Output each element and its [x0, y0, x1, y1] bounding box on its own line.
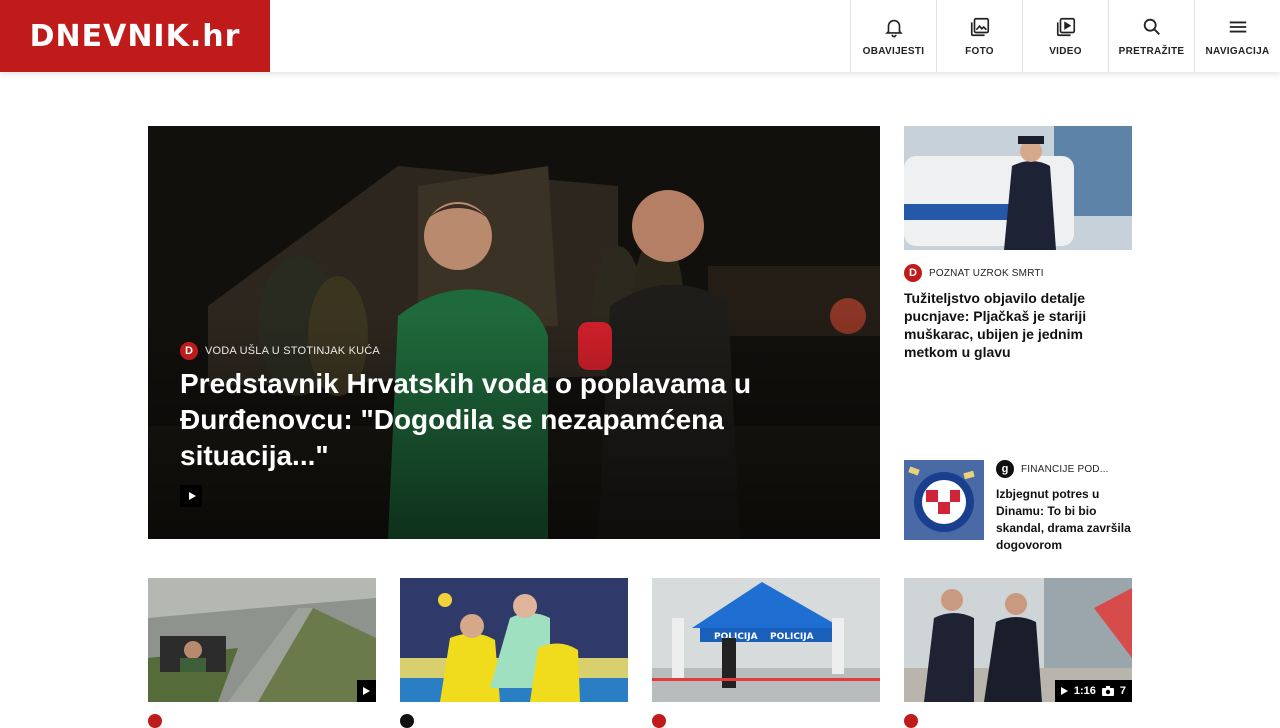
- flood-photo: [148, 578, 376, 702]
- dnevnik-badge-icon: D: [904, 264, 922, 282]
- nav-label: NAVIGACIJA: [1205, 45, 1270, 57]
- nav-menu-button[interactable]: NAVIGACIJA: [1194, 0, 1280, 72]
- gol-badge-icon: [400, 714, 414, 728]
- nav-notifications-button[interactable]: OBAVIJESTI: [850, 0, 936, 72]
- hero-article[interactable]: D VODA UŠLA U STOTINJAK KUĆA Predstavnik…: [148, 126, 880, 539]
- play-icon: [363, 687, 370, 695]
- side-article-2-title[interactable]: Izbjegnut potres u Dinamu: To bi bio ska…: [996, 486, 1132, 554]
- card-article-4[interactable]: 1:16 7: [904, 578, 1132, 702]
- photo-count: 7: [1119, 685, 1126, 697]
- gol-badge-icon: g: [996, 460, 1014, 478]
- hero-tag: D VODA UŠLA U STOTINJAK KUĆA: [180, 342, 380, 360]
- police-tent-photo: POLICIJA POLICIJA: [652, 578, 880, 702]
- dinamo-crest-photo: [904, 460, 984, 540]
- dnevnik-badge-icon: [904, 714, 918, 728]
- nav-label: OBAVIJESTI: [862, 45, 925, 57]
- header-nav: OBAVIJESTI FOTO VIDEO PRETRAŽITE NAVIGAC…: [850, 0, 1280, 72]
- dnevnik-badge-icon: D: [180, 342, 198, 360]
- site-logo[interactable]: DNEVNIK.hr: [0, 0, 270, 72]
- bell-icon: [884, 19, 903, 37]
- search-icon: [1143, 18, 1160, 35]
- nav-photo-button[interactable]: FOTO: [936, 0, 1022, 72]
- dnevnik-badge-icon: [652, 714, 666, 728]
- nav-label: FOTO: [965, 45, 994, 57]
- card-article-2[interactable]: [400, 578, 628, 702]
- handball-photo: [400, 578, 628, 702]
- hero-title[interactable]: Predstavnik Hrvatskih voda o poplavama u…: [180, 366, 820, 474]
- card-article-1[interactable]: [148, 578, 376, 702]
- hero-gradient: [148, 126, 880, 539]
- nav-label: PRETRAŽITE: [1118, 45, 1185, 57]
- menu-icon: [1229, 21, 1246, 32]
- dnevnik-badge-icon: [148, 714, 162, 728]
- nav-video-button[interactable]: VIDEO: [1022, 0, 1108, 72]
- video-icon: [1056, 17, 1075, 36]
- side-article-2-tag: g FINANCIJE POD...: [996, 460, 1109, 478]
- nav-search-button[interactable]: PRETRAŽITE: [1108, 0, 1194, 72]
- logo-text: DNEVNIK.hr: [29, 18, 241, 54]
- camera-icon: [1101, 686, 1114, 696]
- svg-text:POLICIJA: POLICIJA: [770, 632, 814, 642]
- card-article-3[interactable]: POLICIJA POLICIJA: [652, 578, 880, 702]
- play-icon: [1060, 687, 1068, 695]
- side-tag-text: FINANCIJE POD...: [1021, 463, 1109, 475]
- card-media-indicator: 1:16 7: [1054, 680, 1132, 702]
- card-media-indicator: [357, 680, 376, 702]
- play-icon[interactable]: [180, 485, 202, 507]
- side-article-2-image[interactable]: [904, 460, 984, 540]
- side-tag-text: POZNAT UZROK SMRTI: [929, 267, 1044, 279]
- hero-tag-text: VODA UŠLA U STOTINJAK KUĆA: [205, 345, 380, 357]
- side-article-1-title[interactable]: Tužiteljstvo objavilo detalje pucnjave: …: [904, 289, 1132, 361]
- police-photo: [904, 126, 1132, 250]
- site-header: DNEVNIK.hr OBAVIJESTI FOTO VIDEO PRETRAŽ…: [0, 0, 1280, 72]
- side-article-1-tag: D POZNAT UZROK SMRTI: [904, 264, 1044, 282]
- photo-icon: [970, 17, 989, 36]
- video-duration: 1:16: [1073, 685, 1096, 697]
- side-article-1-image[interactable]: [904, 126, 1132, 250]
- nav-label: VIDEO: [1049, 45, 1082, 57]
